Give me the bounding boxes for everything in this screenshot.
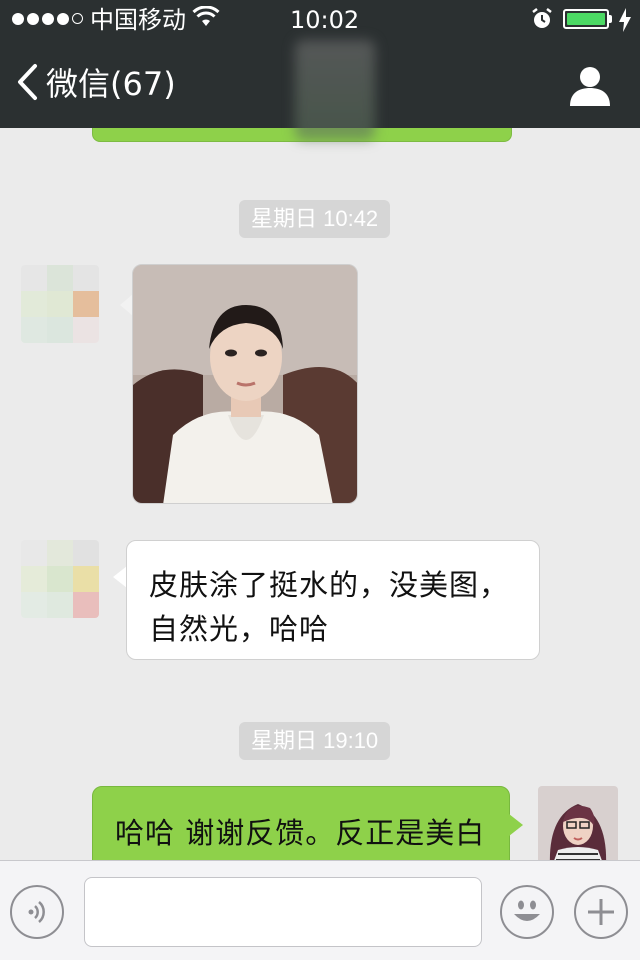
timestamp: 星期日 19:10	[239, 722, 391, 760]
timestamp: 星期日 10:42	[239, 200, 391, 238]
message-text: 哈哈 谢谢反馈。反正是美白 哈哈	[115, 816, 486, 850]
message-text: 皮肤涂了挺水的，没美图，自然光，哈哈	[149, 568, 510, 646]
carrier-label: 中国移动	[90, 6, 186, 34]
header: 中国移动 10:02 微信(67)	[0, 0, 640, 140]
profile-button[interactable]	[568, 64, 612, 108]
nav-bar: 微信(67)	[0, 40, 640, 140]
status-bar: 中国移动 10:02	[0, 0, 640, 40]
wechat-chat-screen: 中国移动 10:02 微信(67) 星期日 10:42 皮肤涂了挺水的，没美图，…	[0, 0, 640, 960]
back-label: 微信(67)	[46, 65, 176, 103]
outgoing-text-message[interactable]: 哈哈 谢谢反馈。反正是美白 哈哈	[92, 786, 510, 860]
battery-icon	[563, 9, 609, 29]
back-button[interactable]: 微信(67)	[16, 60, 176, 108]
message-input[interactable]	[84, 877, 482, 947]
wifi-icon	[192, 5, 220, 34]
more-button[interactable]	[574, 885, 628, 939]
charging-icon	[618, 8, 632, 38]
person-icon	[570, 67, 610, 106]
chevron-left-icon	[16, 63, 38, 105]
emoji-icon	[514, 900, 540, 921]
status-time: 10:02	[290, 6, 360, 34]
my-avatar[interactable]	[538, 786, 618, 860]
signal-icon	[12, 13, 83, 25]
plus-icon	[588, 899, 614, 925]
contact-avatar[interactable]	[21, 265, 99, 343]
emoji-button[interactable]	[500, 885, 554, 939]
incoming-text-message[interactable]: 皮肤涂了挺水的，没美图，自然光，哈哈	[126, 540, 540, 660]
voice-button[interactable]	[10, 885, 64, 939]
voice-icon	[28, 901, 45, 923]
input-bar	[0, 860, 640, 960]
contact-avatar[interactable]	[21, 540, 99, 618]
chat-message-list[interactable]: 星期日 10:42 皮肤涂了挺水的，没美图，自然光，哈哈 星期日 19:10 哈…	[0, 128, 640, 860]
image-message[interactable]	[132, 264, 358, 504]
bubble-tail	[509, 814, 523, 836]
chat-title-redacted	[295, 40, 375, 140]
alarm-icon	[530, 7, 554, 37]
bubble-tail	[113, 566, 127, 588]
